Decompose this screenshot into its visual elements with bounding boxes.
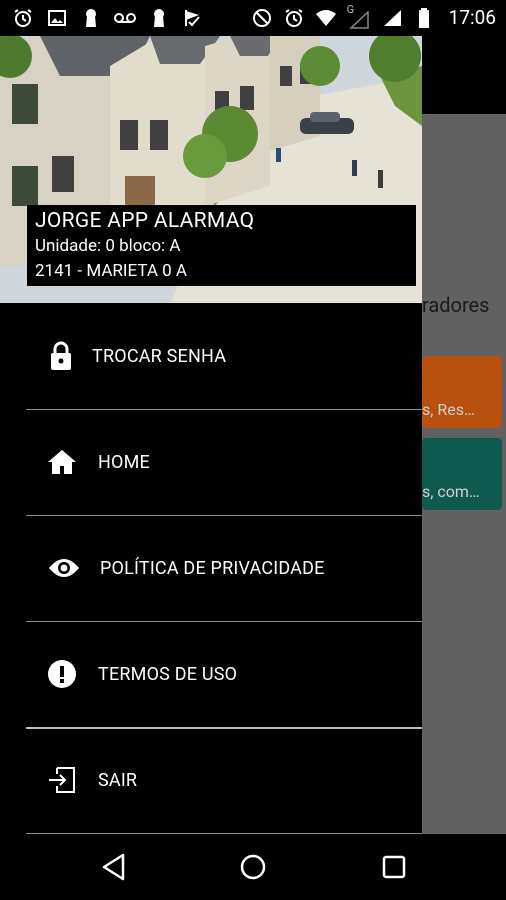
check-flag-icon (182, 7, 204, 29)
menu-item-terms-of-use[interactable]: TERMOS DE USO (0, 621, 422, 727)
feature-card-teal[interactable]: s, com… (422, 438, 502, 510)
logout-icon (47, 765, 77, 795)
do-not-disturb-icon (251, 7, 273, 29)
image-icon (46, 7, 68, 29)
user-address: 2141 - MARIETA 0 A (35, 261, 188, 281)
app-toolbar (422, 36, 506, 114)
home-icon (47, 447, 77, 477)
menu-item-label: POLÍTICA DE PRIVACIDADE (100, 557, 325, 579)
menu-item-label: HOME (98, 451, 150, 473)
status-time: 17:06 (448, 6, 496, 29)
network-type-label: G (346, 2, 355, 16)
drawer-menu: TROCAR SENHA HOME POLÍTICA DE PRIVACIDAD… (0, 303, 422, 834)
status-bar: G 17:06 (0, 0, 506, 36)
section-heading-partial: radores (422, 293, 490, 317)
keyhole-icon (148, 7, 170, 29)
alarm-clock-icon (283, 7, 305, 29)
user-name: JORGE APP ALARMAQ (35, 209, 255, 233)
menu-item-label: TERMOS DE USO (98, 663, 238, 685)
system-navigation-bar (0, 834, 506, 900)
menu-item-home[interactable]: HOME (0, 409, 422, 515)
cellular-signal-icon (381, 7, 403, 29)
card-subtitle: s, com… (422, 482, 480, 501)
home-nav-button[interactable] (238, 852, 268, 882)
menu-item-change-password[interactable]: TROCAR SENHA (0, 303, 422, 409)
back-button[interactable] (99, 852, 129, 882)
menu-item-privacy-policy[interactable]: POLÍTICA DE PRIVACIDADE (0, 515, 422, 621)
feature-card-orange[interactable]: s, Res… (422, 356, 502, 428)
alert-circle-icon (47, 659, 77, 689)
menu-item-label: TROCAR SENHA (92, 345, 227, 367)
keyhole-icon (80, 7, 102, 29)
user-unit: Unidade: 0 bloco: A (35, 236, 181, 256)
battery-icon (413, 7, 435, 29)
voicemail-icon (114, 7, 136, 29)
card-subtitle: s, Res… (422, 400, 475, 419)
navigation-drawer: JORGE APP ALARMAQ Unidade: 0 bloco: A 21… (0, 36, 422, 834)
menu-item-label: SAIR (98, 769, 138, 791)
lock-icon (46, 341, 76, 371)
background-app: radores s, Res… s, com… (422, 36, 506, 834)
drawer-header: JORGE APP ALARMAQ Unidade: 0 bloco: A 21… (0, 36, 422, 303)
alarm-clock-icon (12, 7, 34, 29)
user-info-box: JORGE APP ALARMAQ Unidade: 0 bloco: A 21… (27, 205, 416, 286)
wifi-icon (315, 7, 337, 29)
menu-item-logout[interactable]: SAIR (0, 727, 422, 833)
eye-icon (47, 553, 81, 583)
recents-button[interactable] (379, 852, 409, 882)
cellular-signal-empty-icon: G (347, 3, 371, 29)
